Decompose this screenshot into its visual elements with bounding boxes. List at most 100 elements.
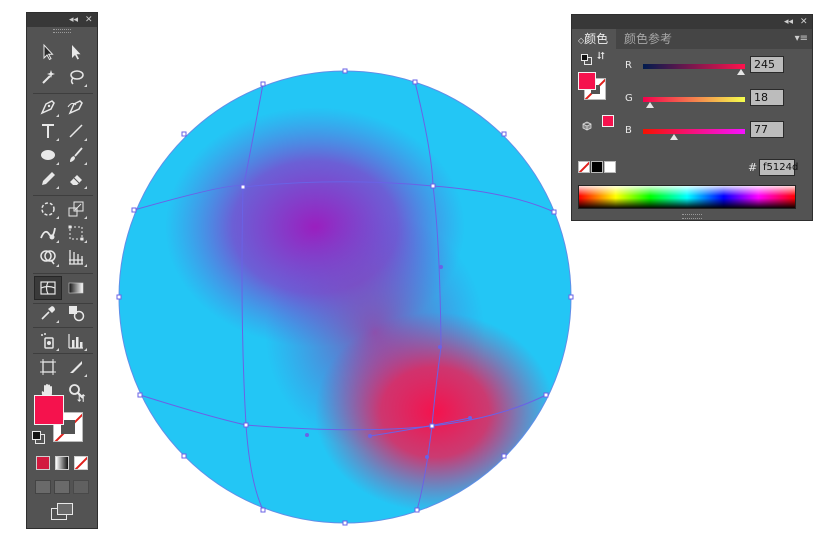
draw-inside-button[interactable] [73,480,89,494]
type-tool[interactable] [36,120,60,142]
warp-icon [40,227,56,240]
mesh-sphere[interactable] [110,62,580,532]
b-label: B [625,125,632,136]
b-slider-track[interactable] [643,129,745,134]
tab-color-label: 颜色 [584,32,609,46]
color-panel: ◂◂ ✕ ◇颜色 颜色参考 ▾≡ ⮃ R 245 G 18 B 77 # f51… [571,14,813,221]
r-value-field[interactable]: 245 [750,56,784,73]
draw-behind-button[interactable] [54,480,70,494]
color-panel-titlebar[interactable]: ◂◂ ✕ [572,15,812,29]
color-spectrum[interactable] [578,185,796,209]
hex-value-field[interactable]: f5124d [759,159,798,176]
line-icon [69,124,83,138]
lasso-tool[interactable] [64,66,88,88]
rotate-icon [41,202,55,216]
magic-wand-icon [42,70,55,84]
r-slider-track[interactable] [643,64,745,69]
scale-tool[interactable] [64,198,88,220]
lasso-icon [70,70,84,85]
selection-arrow-icon [43,43,54,61]
line-segment-tool[interactable] [64,120,88,142]
curvature-tool[interactable] [64,96,88,118]
ellipse-icon [41,150,55,160]
close-icon[interactable]: ✕ [85,13,93,27]
eyedropper-icon [41,306,55,320]
b-value-field[interactable]: 77 [750,121,784,138]
shape-builder-tool[interactable] [36,246,60,268]
draw-normal-button[interactable] [35,480,51,494]
color-mode-button[interactable] [36,456,50,470]
none-swatch[interactable] [578,161,590,173]
slice-tool[interactable] [64,356,88,378]
default-fill-stroke-icon[interactable] [581,54,592,65]
fill-swatch[interactable] [34,395,64,425]
paintbrush-tool[interactable] [64,144,88,166]
g-slider-track[interactable] [643,97,745,102]
mesh-grid-icon [40,281,56,295]
tools-panel: ◂◂ ✕ ⮃ [26,12,98,529]
swap-fill-stroke-icon[interactable]: ⮃ [77,393,86,405]
tab-color[interactable]: ◇颜色 [572,29,616,49]
panel-menu-icon[interactable]: ▾≡ [795,33,808,45]
artboard-tool[interactable] [36,356,60,378]
r-label: R [625,60,632,71]
rotate-tool[interactable] [36,198,60,220]
close-icon[interactable]: ✕ [800,15,808,29]
eyedropper-tool[interactable] [36,302,60,324]
tools-panel-titlebar[interactable]: ◂◂ ✕ [27,13,97,27]
scale-icon [68,201,84,217]
curvature-pen-icon [67,100,83,115]
default-fill-stroke-icon[interactable] [32,431,45,444]
eraser-icon [70,175,82,185]
free-transform-icon [68,225,84,241]
g-slider-thumb[interactable] [646,102,655,108]
fill-swatch[interactable] [578,72,596,90]
slice-knife-icon [70,361,82,373]
eraser-tool[interactable] [64,168,88,190]
mesh-tool[interactable] [34,276,62,300]
free-transform-tool[interactable] [64,222,88,244]
ellipse-tool[interactable] [36,144,60,166]
white-swatch[interactable] [604,161,616,173]
perspective-grid-icon [69,250,83,265]
direct-selection-tool[interactable] [64,41,88,63]
panel-grip[interactable] [682,214,702,219]
symbol-sprayer-tool[interactable] [36,330,60,352]
r-slider-thumb[interactable] [737,69,746,75]
collapse-icon[interactable]: ◂◂ [784,15,793,29]
shape-builder-icon [40,250,56,265]
g-value-field[interactable]: 18 [750,89,784,106]
gradient-icon [68,282,84,294]
g-label: G [625,93,633,104]
column-graph-icon [68,334,83,349]
magic-wand-tool[interactable] [36,66,60,88]
b-slider-thumb[interactable] [669,134,678,140]
tab-color-guide-label: 颜色参考 [624,32,673,46]
closest-color-swatch[interactable] [602,115,614,127]
column-graph-tool[interactable] [64,330,88,352]
pen-tool[interactable] [36,96,60,118]
symbol-sprayer-icon [41,333,54,349]
out-of-gamut-cube-icon[interactable] [582,116,592,131]
none-mode-button[interactable] [74,456,88,470]
gradient-tool[interactable] [64,277,88,299]
collapse-icon[interactable]: ◂◂ [69,13,78,27]
black-swatch[interactable] [591,161,603,173]
selection-tool[interactable] [36,41,60,63]
tab-color-guide[interactable]: 颜色参考 [618,29,678,49]
panel-grip[interactable] [27,27,97,33]
pencil-icon [42,172,55,185]
blend-tool[interactable] [64,302,88,324]
screen-mode-button[interactable] [51,503,73,520]
paintbrush-icon [70,147,83,162]
warp-tool[interactable] [36,222,60,244]
artboard-icon [40,359,56,375]
artwork-canvas[interactable] [110,62,580,532]
gradient-mode-button[interactable] [55,456,69,470]
swap-fill-stroke-icon[interactable]: ⮃ [597,51,605,62]
hex-label: # [748,161,758,174]
pen-nib-icon [40,100,55,115]
pencil-tool[interactable] [36,168,60,190]
type-t-icon [42,124,54,138]
perspective-grid-tool[interactable] [64,246,88,268]
